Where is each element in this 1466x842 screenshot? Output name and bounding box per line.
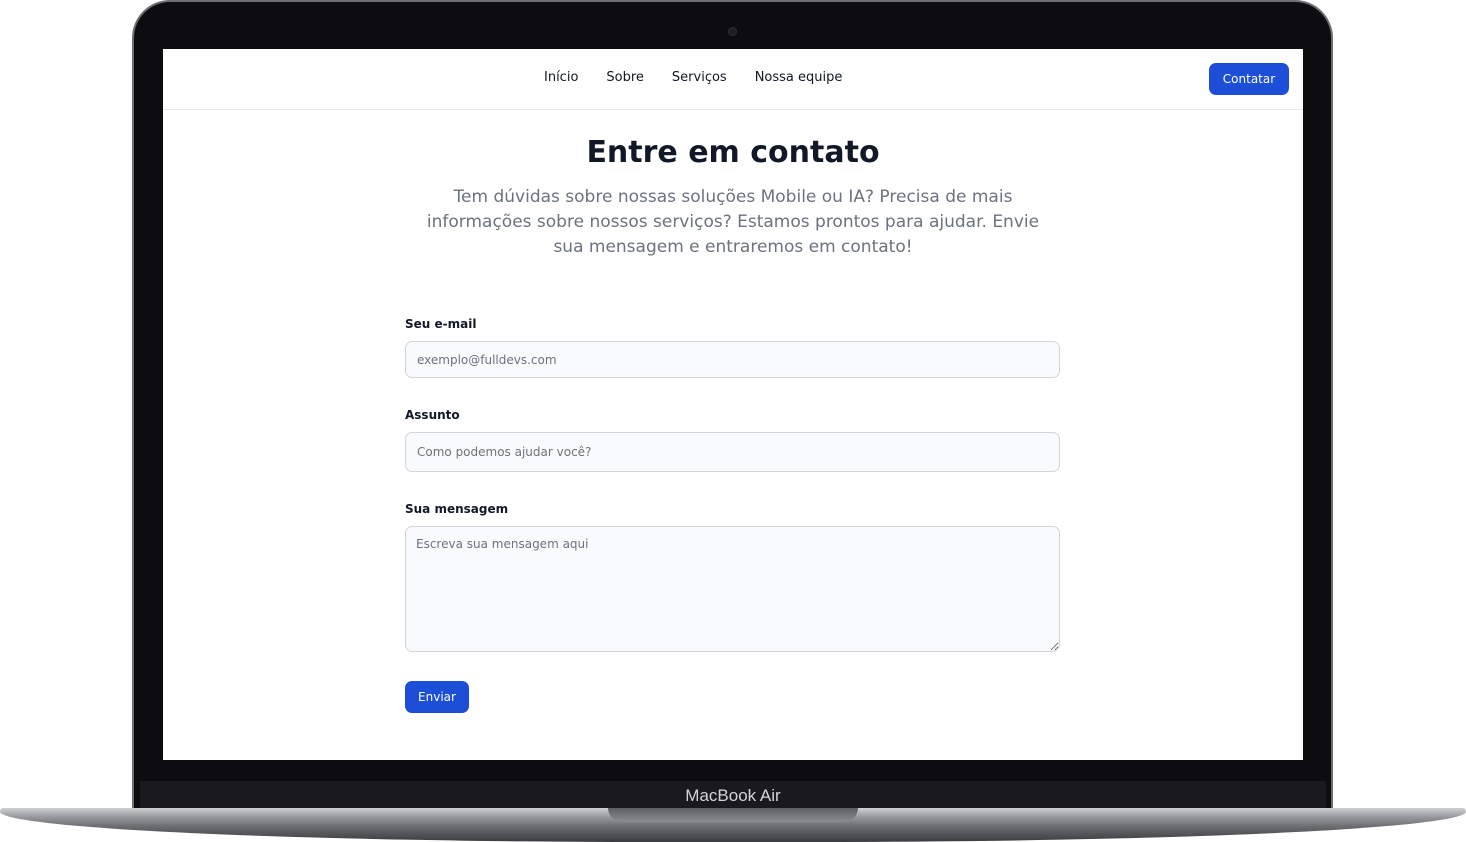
top-navbar: Início Sobre Serviços Nossa equipe Conta… xyxy=(163,49,1303,110)
nav-link-servicos[interactable]: Serviços xyxy=(672,70,727,85)
nav-link-sobre[interactable]: Sobre xyxy=(606,70,644,85)
webcam-icon xyxy=(728,27,737,36)
device-model-label: MacBook Air xyxy=(685,786,781,805)
message-textarea[interactable] xyxy=(405,526,1060,652)
subject-label: Assunto xyxy=(405,408,460,422)
nav-link-inicio[interactable]: Início xyxy=(544,70,578,85)
page-subtitle: Tem dúvidas sobre nossas soluções Mobile… xyxy=(426,187,1040,257)
laptop-hinge-notch xyxy=(608,808,858,822)
nav-link-nossa-equipe[interactable]: Nossa equipe xyxy=(755,70,843,85)
email-input[interactable] xyxy=(405,341,1060,378)
email-label: Seu e-mail xyxy=(405,317,477,331)
subject-input[interactable] xyxy=(405,432,1060,472)
page-title: Entre em contato xyxy=(586,135,880,170)
main-nav: Início Sobre Serviços Nossa equipe xyxy=(544,70,842,85)
browser-viewport: Início Sobre Serviços Nossa equipe Conta… xyxy=(163,49,1303,760)
send-button[interactable]: Enviar xyxy=(405,681,469,713)
message-label: Sua mensagem xyxy=(405,502,509,516)
contact-cta-button[interactable]: Contatar xyxy=(1209,63,1289,95)
